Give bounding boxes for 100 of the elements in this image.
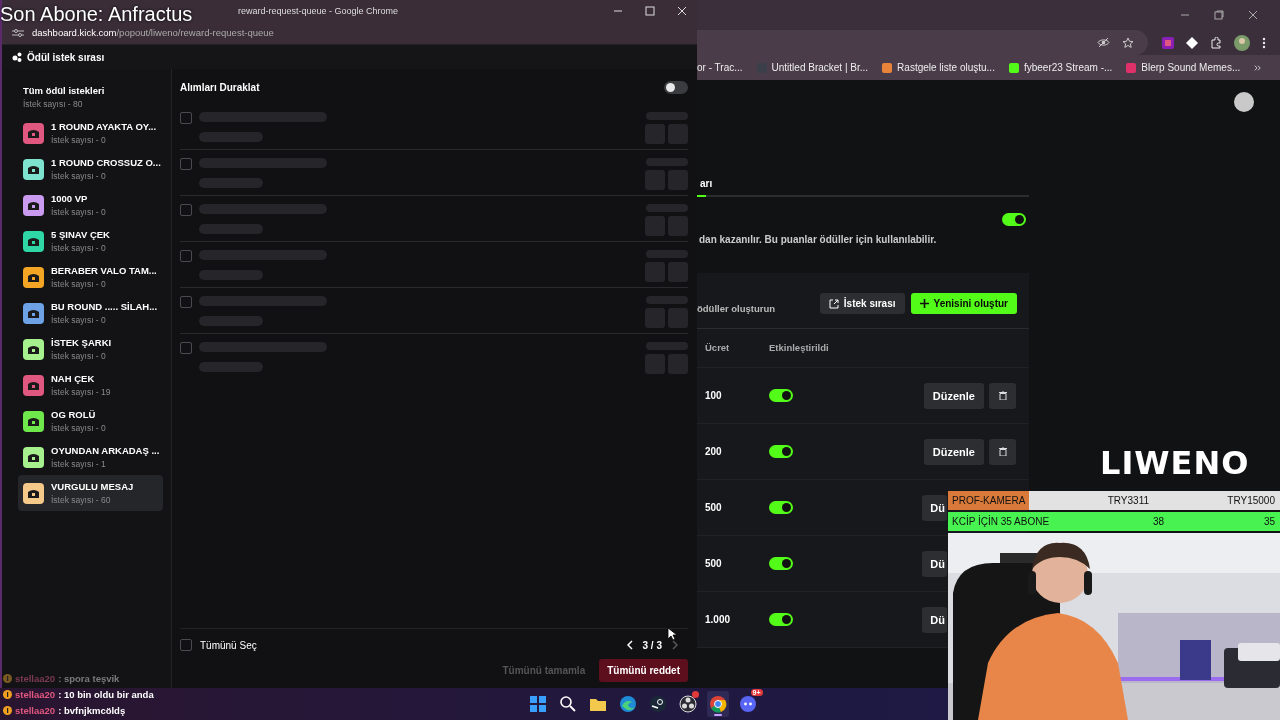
record-icon[interactable] [677,694,698,714]
pause-label: Alımları Duraklat [180,82,260,93]
toggle-switch[interactable] [769,389,793,402]
sidebar-item[interactable]: BERABER VALO TAM... İstek sayısı - 0 [18,259,163,295]
chat-username: stellaa20 [15,672,56,684]
edit-button[interactable]: Dü [922,494,947,521]
table-cell-text: 500 [705,502,723,513]
bookmark-link[interactable]: Untitled Bracket | Br... [771,62,869,73]
chat-message: : spora teşvik [58,672,120,684]
search-icon[interactable] [557,694,578,714]
reward-name: NAH ÇEK [51,373,96,384]
sidebar-item[interactable]: 5 ŞINAV ÇEK İstek sayısı - 0 [18,223,163,259]
goal-target: TRY15000 [1227,495,1275,506]
bookmark-link[interactable]: fybeer23 Stream -... [1023,62,1113,73]
request-count: İstek sayısı - 0 [51,135,107,145]
window-title: reward-request-queue - Google Chrome [238,5,399,16]
dots-icon [12,52,22,62]
request-count: İstek sayısı - 1 [51,459,107,469]
edit-button[interactable]: Düzenle [923,438,984,465]
reward-name: VURGULU MESAJ [51,481,134,492]
toggle-switch[interactable] [664,81,688,94]
checkbox[interactable] [180,204,192,216]
checkbox[interactable] [180,296,192,308]
request-count: İstek sayısı - 0 [51,279,107,289]
edge-icon[interactable] [617,694,638,714]
goal-target: 35 [1263,516,1275,527]
bookmark-link[interactable]: or - Trac... [697,62,743,73]
table-cell-text: 500 [705,558,723,569]
close-icon[interactable] [1248,10,1258,20]
page-indicator: 3 / 3 [642,639,662,651]
checkbox[interactable] [180,112,192,124]
trash-icon [998,391,1007,400]
checkbox[interactable] [180,639,192,651]
sidebar-item[interactable]: OG ROLÜ İstek sayısı - 0 [18,403,163,439]
trash-icon [998,447,1007,456]
chat-message: : 10 bin oldu bir anda [58,688,154,700]
table-cell-text: 200 [705,446,723,457]
loading-placeholder [199,316,263,326]
goal-label: KCİP İÇİN 35 ABONE [951,514,1051,529]
subtitle-text: ödüller oluşturun [697,303,776,314]
bookmark-link[interactable]: Blerp Sound Memes... [1141,62,1241,73]
toggle-switch[interactable] [769,445,793,458]
logo-text: LIWENO [1100,444,1250,482]
badge-icon [3,689,12,699]
puzzle-icon[interactable] [1210,36,1222,49]
checkbox[interactable] [180,342,192,354]
site-settings-icon[interactable] [12,27,24,38]
checkbox[interactable] [180,158,192,170]
windows-icon[interactable] [527,694,548,714]
eye-off-icon[interactable] [1097,37,1110,48]
delete-button[interactable] [989,382,1016,409]
chrome-icon[interactable] [707,694,728,714]
url-text[interactable]: dashboard.kick.com/popout/liweno/reward-request-queue [32,27,274,38]
chevrons-icon[interactable] [1254,63,1262,72]
extension-icon[interactable] [1186,36,1198,49]
toggle-switch[interactable] [769,501,793,514]
sidebar-heading[interactable]: Tüm ödül istekleri [23,85,157,96]
sidebar-item[interactable]: BU ROUND ..... SİLAH... İstek sayısı - 0 [18,295,163,331]
discord-icon[interactable] [737,694,758,714]
reward-name: 1 ROUND AYAKTA OY... [51,121,157,132]
overlay-title: Son Abone: Anfractus [0,3,193,26]
sidebar-item[interactable]: 1000 VP İstek sayısı - 0 [18,187,163,223]
select-all-label[interactable]: Tümünü Seç [200,639,257,651]
toggle-switch[interactable] [769,613,793,626]
previous-page-button[interactable] [626,640,633,650]
sidebar-item[interactable]: İSTEK ŞARKI İstek sayısı - 0 [18,331,163,367]
edit-button[interactable]: Düzenle [923,382,984,409]
star-icon[interactable] [1122,36,1134,49]
checkbox[interactable] [180,250,192,262]
loading-placeholder [199,270,263,280]
chat-username: stellaa20 [15,688,56,700]
sidebar-item[interactable]: 1 ROUND AYAKTA OY... İstek sayısı - 0 [18,115,163,151]
avatar-icon[interactable] [1234,92,1254,112]
delete-button[interactable] [989,438,1016,465]
toggle-switch[interactable] [1002,213,1026,226]
request-count: İstek sayısı - 0 [51,351,107,361]
reward-name: OYUNDAN ARKADAŞ ... [51,445,160,456]
sidebar-item[interactable]: OYUNDAN ARKADAŞ ... İstek sayısı - 1 [18,439,163,475]
request-count: İstek sayısı - 0 [51,207,106,217]
reject-all-button[interactable]: Tümünü reddet [599,659,688,682]
sidebar-item[interactable]: VURGULU MESAJ İstek sayısı - 60 [18,475,163,511]
toggle-switch[interactable] [769,557,793,570]
table-cell-text: 100 [705,390,723,401]
queue-button[interactable]: İstek sırası [819,293,905,314]
restore-icon[interactable] [1214,10,1224,20]
create-button[interactable]: Yenisini oluştur [910,293,1017,314]
avatar-icon[interactable] [1234,34,1250,51]
steam-icon[interactable] [647,694,668,714]
request-count: İstek sayısı - 0 [51,171,107,181]
loading-placeholder [199,132,263,142]
edit-button[interactable]: Dü [922,550,947,577]
bookmark-link[interactable]: Rastgele liste oluştu... [897,62,995,73]
menu-icon[interactable] [1262,36,1266,49]
loading-placeholder [199,224,263,234]
tab[interactable]: arı [697,178,1029,197]
sidebar-item[interactable]: 1 ROUND CROSSUZ O... İstek sayısı - 0 [18,151,163,187]
edit-button[interactable]: Dü [922,606,947,633]
maximize-icon[interactable] [645,5,655,16]
request-count: İstek sayısı - 0 [51,423,106,433]
sidebar-item[interactable]: NAH ÇEK İstek sayısı - 19 [18,367,163,403]
